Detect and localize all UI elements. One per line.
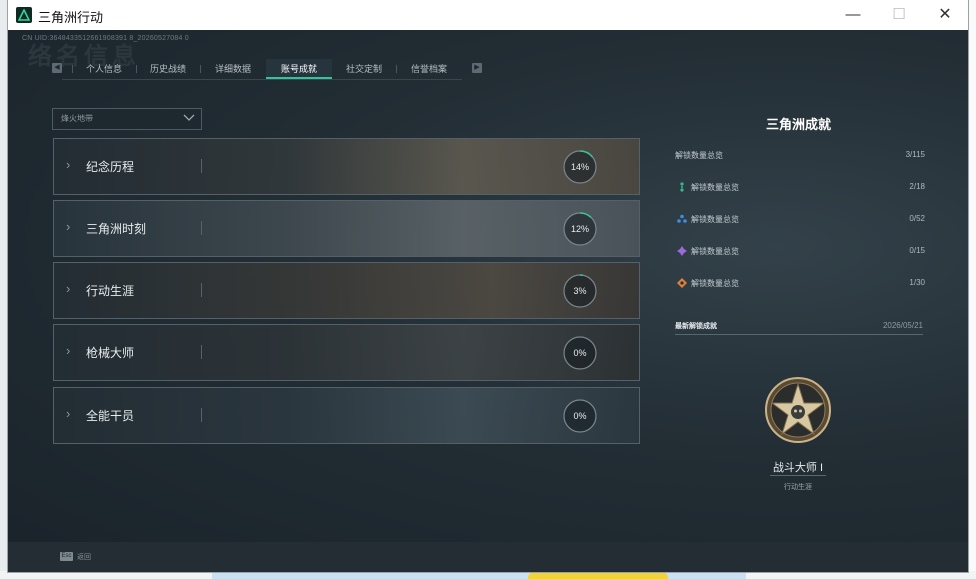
progress-percent: 12% [570,224,589,234]
achievement-category-card[interactable]: › 纪念历程 14% [53,138,640,195]
badge-divider [770,475,826,476]
total-unlock-row: 解锁数量总览 3/115 [675,148,925,162]
stat-label: 解锁数量总览 [691,247,739,256]
close-button[interactable]: ✕ [922,0,968,30]
recent-unlock-header: 最新解锁成就 2026/05/21 [675,320,923,335]
stat-value: 3/115 [905,150,925,159]
esc-key-hint[interactable]: Esc [60,552,73,561]
orange-tier-icon [677,278,687,288]
recent-unlock-date: 2026/05/21 [882,321,923,330]
chevron-right-icon: › [66,406,71,421]
card-divider [201,408,202,422]
tier-unlock-row: 解锁数量总览 1/30 [675,276,925,290]
achievement-category-card[interactable]: › 枪械大师 0% [53,324,640,381]
tier-unlock-row: 解锁数量总览 0/15 [675,244,925,258]
stat-value: 0/52 [909,214,925,223]
tab-underline [62,79,462,80]
back-label[interactable]: 返回 [77,552,91,562]
dropdown-value: 烽火地带 [61,114,93,123]
tab-personal-info[interactable]: 个人信息 [72,59,136,79]
category-label: 全能干员 [86,409,135,423]
green-tier-icon [680,182,684,192]
blue-tier-icon [677,214,687,223]
tab-social-custom[interactable]: 社交定制 [332,59,396,79]
progress-percent: 3% [573,286,587,296]
taskbar-yellow-item [528,572,668,579]
chevron-right-icon: › [66,281,71,296]
minimize-button[interactable]: — [830,0,876,30]
main-content: 络名信息 CN UID:3648433512661908391 8_202605… [8,30,968,572]
bottom-bar: Esc 返回 [8,542,968,572]
achievements-panel-title: 三角洲成就 [766,117,832,132]
progress-percent: 0% [573,411,587,421]
achievement-category-card[interactable]: › 三角洲时刻 12% [53,200,640,257]
achievement-medal-icon[interactable] [764,376,832,444]
chevron-right-icon: › [66,157,71,172]
achievement-category-card[interactable]: › 全能干员 0% [53,387,640,444]
card-divider [201,345,202,359]
card-divider [201,283,202,297]
category-label: 三角洲时刻 [86,222,147,236]
purple-tier-icon [677,246,687,256]
stat-value: 0/15 [909,246,925,255]
tier-unlock-row: 解锁数量总览 2/18 [675,180,925,194]
tab-prev-arrow-icon[interactable]: ◀ [52,63,62,73]
chevron-right-icon: › [66,219,71,234]
progress-percent: 0% [573,348,587,358]
tab-detailed-data[interactable]: 详细数据 [200,59,266,79]
card-divider [201,221,202,235]
achievement-category-card[interactable]: › 行动生涯 3% [53,262,640,319]
progress-percent: 14% [570,162,589,172]
stat-label: 解锁数量总览 [691,183,739,192]
card-divider [201,159,202,173]
stat-label: 解锁数量总览 [675,151,723,160]
uid-text: CN UID:3648433512661908391 8_20260527084… [22,35,189,42]
recent-unlock-label: 最新解锁成就 [675,323,717,330]
app-window: 三角洲行动 — ☐ ✕ 络名信息 CN UID:3648433512661908… [8,0,968,572]
title-bar[interactable]: 三角洲行动 — ☐ ✕ [8,0,968,30]
window-title: 三角洲行动 [38,10,104,25]
desktop-edge [968,0,976,579]
tab-next-arrow-icon[interactable]: ▶ [472,63,482,73]
category-label: 枪械大师 [86,346,135,360]
stat-value: 2/18 [909,182,925,191]
app-logo-icon [16,7,32,23]
category-label: 纪念历程 [86,160,135,174]
chevron-right-icon: › [66,343,71,358]
stat-label: 解锁数量总览 [691,215,739,224]
chevron-down-icon [183,114,195,121]
category-label: 行动生涯 [86,284,135,298]
badge-name: 战斗大师 I [772,462,824,474]
mode-filter-dropdown[interactable]: 烽火地带 [52,108,202,130]
tier-unlock-row: 解锁数量总览 0/52 [675,212,925,226]
tab-account-achievements[interactable]: 账号成就 [266,59,332,79]
maximize-button[interactable]: ☐ [876,0,922,30]
tab-credit-record[interactable]: 信誉档案 [396,59,462,79]
tab-match-history[interactable]: 历史战绩 [136,59,200,79]
badge-category: 行动生涯 [784,484,812,491]
stat-value: 1/30 [909,278,925,287]
stat-label: 解锁数量总览 [691,279,739,288]
